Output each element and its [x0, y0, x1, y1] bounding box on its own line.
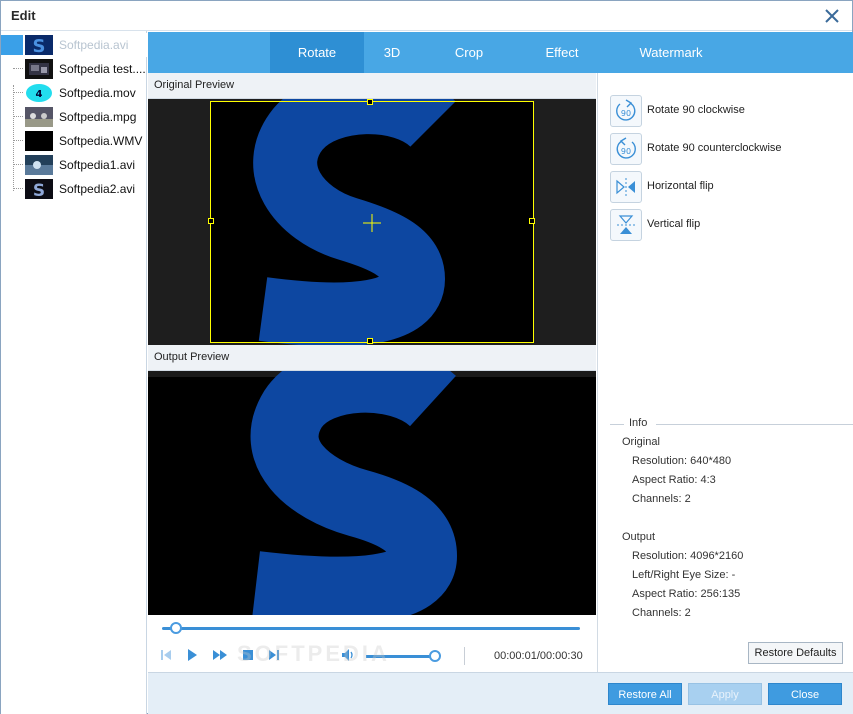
output-channels: Channels: 2 [632, 607, 691, 619]
svg-text:S: S [33, 181, 45, 199]
info-group-header: Info [610, 417, 853, 431]
original-preview-label: Original Preview [148, 73, 596, 99]
output-preview-label: Output Preview [148, 345, 596, 371]
file-item[interactable]: Softpedia.WMV [1, 129, 147, 153]
restore-all-button[interactable]: Restore All [608, 683, 682, 705]
crosshair-icon [363, 214, 381, 232]
edit-window: Edit S Softpedia.avi Softpedia test.... … [0, 0, 853, 714]
close-button[interactable]: Close [768, 683, 842, 705]
file-item[interactable]: 4 Softpedia.mov [1, 81, 147, 105]
file-name: Softpedia.mov [59, 86, 136, 100]
output-resolution: Resolution: 4096*2160 [632, 550, 744, 562]
window-title: Edit [11, 8, 36, 23]
file-name: Softpedia test.... [59, 62, 146, 76]
output-video-frame [148, 371, 596, 615]
vertical-flip-action[interactable]: Vertical flip [610, 209, 850, 241]
close-icon[interactable] [822, 6, 842, 26]
output-aspect-ratio: Aspect Ratio: 256:135 [632, 588, 741, 600]
crop-handle[interactable] [367, 99, 373, 105]
crop-handle[interactable] [367, 338, 373, 344]
file-item[interactable]: Softpedia.mpg [1, 105, 147, 129]
file-thumbnail [25, 155, 53, 175]
tab-effect[interactable]: Effect [518, 32, 606, 73]
title-bar: Edit [1, 1, 852, 31]
file-item[interactable]: Softpedia1.avi [1, 153, 147, 177]
play-icon[interactable] [184, 647, 200, 663]
selection-marker [1, 35, 23, 55]
file-thumbnail [25, 107, 53, 127]
separator [464, 647, 465, 665]
file-thumbnail: S [25, 179, 53, 199]
file-thumbnail [25, 131, 53, 151]
softpedia-watermark: SOFTPEDIA [237, 641, 390, 666]
rotate-ccw-icon: 90 [616, 137, 636, 159]
vertical-flip-button[interactable] [610, 209, 642, 241]
horizontal-flip-icon [616, 178, 635, 196]
horizontal-flip-button[interactable] [610, 171, 642, 203]
bottom-bar: Restore All Apply Close [148, 672, 853, 714]
vertical-flip-label: Vertical flip [647, 218, 701, 230]
crop-handle[interactable] [208, 218, 214, 224]
rotate-panel: 90 Rotate 90 clockwise 90 Rotate 90 coun… [597, 73, 853, 672]
file-name: Softpedia1.avi [59, 158, 136, 172]
volume-handle[interactable] [429, 650, 441, 662]
original-preview [148, 99, 596, 345]
file-name: Softpedia2.avi [59, 182, 136, 196]
file-list: S Softpedia.avi Softpedia test.... 4 Sof… [1, 31, 147, 714]
rotate-ccw-action[interactable]: 90 Rotate 90 counterclockwise [610, 133, 850, 165]
rotate-cw-label: Rotate 90 clockwise [647, 104, 745, 116]
fast-forward-icon[interactable] [212, 647, 228, 663]
rotate-cw-button[interactable]: 90 [610, 95, 642, 127]
timecode: 00:00:01/00:00:30 [494, 650, 583, 662]
original-resolution: Resolution: 640*480 [632, 455, 732, 467]
file-item[interactable]: Softpedia test.... [1, 57, 147, 81]
file-name: Softpedia.mpg [59, 110, 137, 124]
file-name: Softpedia.avi [59, 38, 129, 52]
info-heading: Info [629, 417, 648, 429]
rotate-cw-action[interactable]: 90 Rotate 90 clockwise [610, 95, 850, 127]
rotate-ccw-label: Rotate 90 counterclockwise [647, 142, 782, 154]
file-item[interactable]: S Softpedia2.avi [1, 177, 147, 201]
rotate-ccw-button[interactable]: 90 [610, 133, 642, 165]
svg-text:90: 90 [621, 109, 631, 118]
svg-text:S: S [33, 36, 46, 55]
restore-defaults-button[interactable]: Restore Defaults [748, 642, 843, 664]
edit-tabs: Rotate 3D Crop Effect Watermark [148, 32, 853, 73]
file-name: Softpedia.WMV [59, 134, 143, 148]
horizontal-flip-label: Horizontal flip [647, 180, 714, 192]
tab-3d[interactable]: 3D [364, 32, 420, 73]
original-heading: Original [622, 436, 660, 448]
tab-watermark[interactable]: Watermark [618, 32, 724, 73]
tab-crop[interactable]: Crop [428, 32, 510, 73]
file-thumbnail: 4 [25, 83, 53, 103]
previous-frame-icon[interactable] [158, 647, 174, 663]
tab-rotate[interactable]: Rotate [270, 32, 364, 73]
original-channels: Channels: 2 [632, 493, 691, 505]
seek-handle[interactable] [169, 622, 182, 634]
file-thumbnail: S [25, 35, 53, 55]
seek-bar[interactable] [162, 627, 580, 630]
file-item[interactable]: S Softpedia.avi [1, 33, 147, 57]
vertical-flip-icon [617, 215, 635, 234]
original-aspect-ratio: Aspect Ratio: 4:3 [632, 474, 716, 486]
rotate-cw-icon: 90 [616, 99, 636, 121]
output-heading: Output [622, 531, 656, 543]
apply-button[interactable]: Apply [688, 683, 762, 705]
output-preview [148, 371, 596, 615]
svg-text:4: 4 [36, 89, 43, 100]
svg-text:90: 90 [621, 147, 631, 156]
horizontal-flip-action[interactable]: Horizontal flip [610, 171, 850, 203]
crop-handle[interactable] [529, 218, 535, 224]
crop-frame[interactable] [208, 99, 535, 344]
output-eye-size: Left/Right Eye Size: - [632, 569, 736, 581]
file-thumbnail [25, 59, 53, 79]
